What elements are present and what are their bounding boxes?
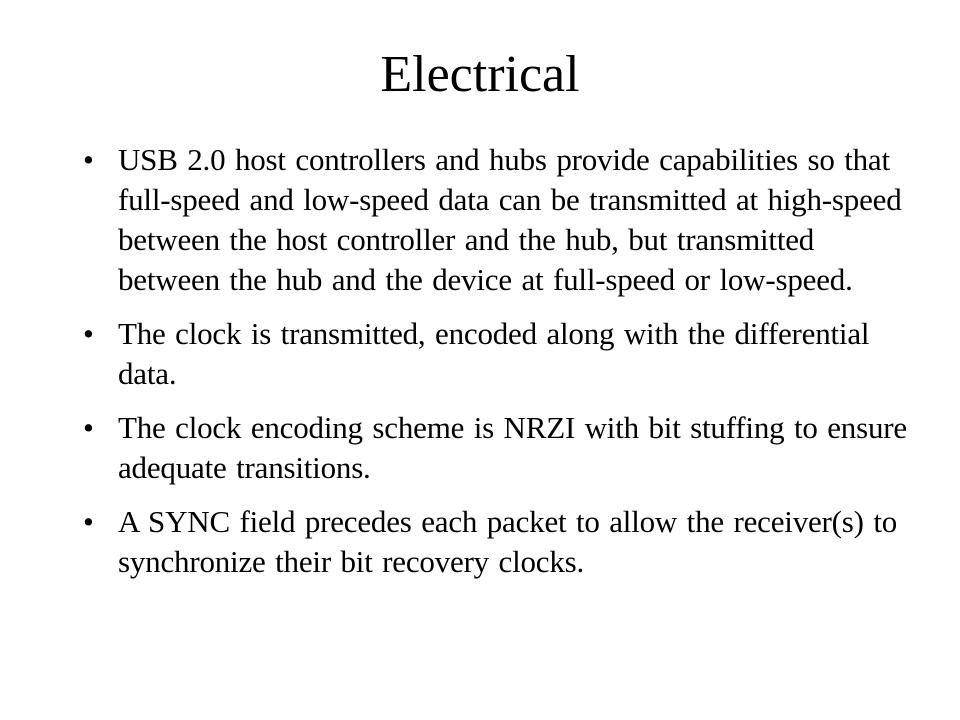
bullet-icon: •: [83, 410, 94, 445]
bullet-text: The clock is transmitted, encoded along …: [118, 316, 870, 391]
bullet-item: • USB 2.0 host controllers and hubs prov…: [80, 140, 910, 300]
bullet-text: The clock encoding scheme is NRZI with b…: [118, 410, 907, 485]
bullet-icon: •: [83, 142, 94, 177]
bullet-item: • The clock is transmitted, encoded alon…: [80, 314, 910, 394]
bullet-item: • A SYNC field precedes each packet to a…: [80, 502, 910, 582]
bullet-list: • USB 2.0 host controllers and hubs prov…: [80, 140, 910, 596]
bullet-text: USB 2.0 host controllers and hubs provid…: [118, 142, 902, 297]
bullet-text: A SYNC field precedes each packet to all…: [118, 504, 898, 579]
bullet-icon: •: [83, 316, 94, 351]
bullet-item: • The clock encoding scheme is NRZI with…: [80, 408, 910, 488]
slide-title: Electrical: [380, 46, 580, 103]
bullet-icon: •: [83, 504, 94, 539]
